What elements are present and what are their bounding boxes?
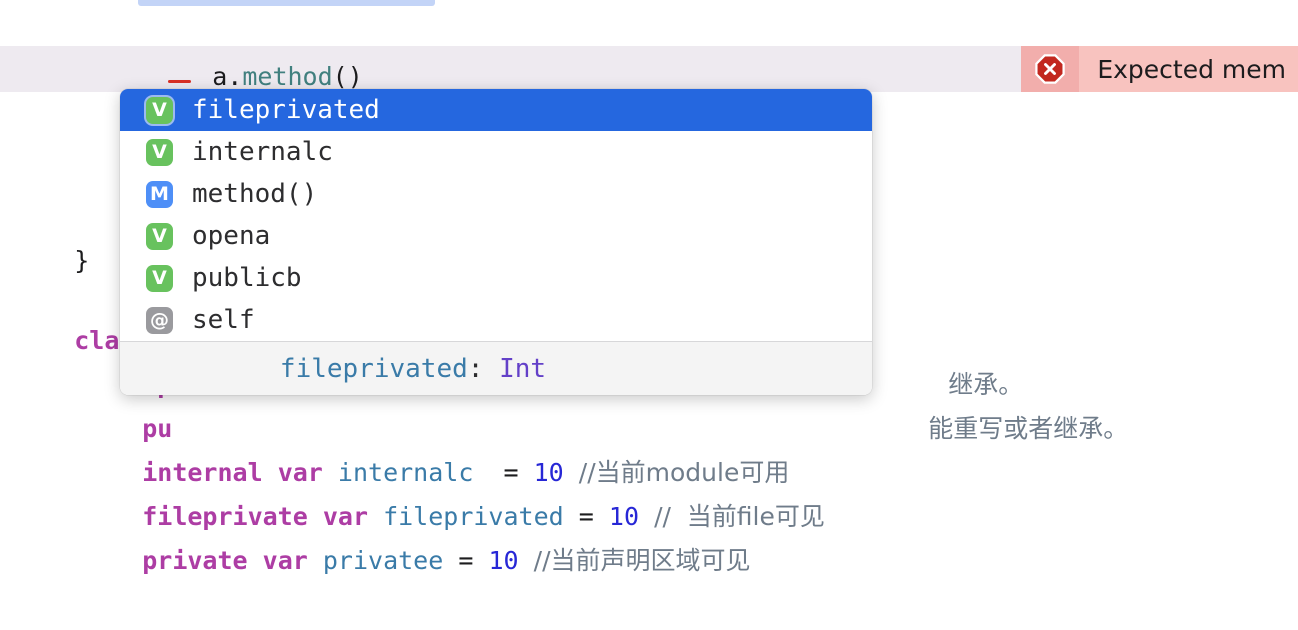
code-name-privatee: privatee xyxy=(322,546,444,575)
completion-kind-badge-var-icon: V xyxy=(146,222,173,250)
completion-item-method[interactable]: Mmethod() xyxy=(120,173,872,215)
completion-item-internalc[interactable]: Vinternalc xyxy=(120,131,872,173)
code-keyword-var-private: var xyxy=(262,546,308,575)
completion-kind-badge-var-icon: V xyxy=(146,96,173,124)
completion-item-label: internalc xyxy=(192,137,333,167)
signature-type: Int xyxy=(499,353,547,384)
completion-kind-badge-var-icon: V xyxy=(146,138,173,166)
code-keyword-private: private xyxy=(142,546,248,575)
signature-name: fileprivated xyxy=(279,353,468,384)
code-op-equals-private: = xyxy=(458,546,474,575)
code-comment-private: //当前声明区域可见 xyxy=(533,546,751,575)
error-icon-cell xyxy=(1021,46,1080,92)
inline-error-banner[interactable]: Expected mem xyxy=(1021,46,1298,92)
autocomplete-popup[interactable]: Vfileprivated Vinternalc Mmethod() Vopena Vp… xyxy=(120,89,872,395)
completion-kind-badge-var-icon: V xyxy=(146,264,173,292)
completion-kind-badge-method-icon: M xyxy=(146,180,173,208)
completion-item-label: opena xyxy=(192,221,271,251)
completion-item-label: fileprivated xyxy=(192,95,380,125)
code-line-internal[interactable]: internal var internalc = 10 //当前module可用 xyxy=(0,404,1298,487)
code-line-fileprivate[interactable]: fileprivate var fileprivated = 10 // 当前f… xyxy=(0,448,1298,531)
completion-item-opena[interactable]: Vopena xyxy=(120,215,872,257)
completion-item-fileprivated[interactable]: Vfileprivated xyxy=(120,89,872,131)
completion-signature-footer: fileprivated: Int xyxy=(120,341,872,395)
code-line-private[interactable]: private var privatee = 10 //当前声明区域可见 xyxy=(0,492,1298,575)
code-value-private: 10 xyxy=(488,546,519,575)
error-message: Expected mem xyxy=(1079,46,1298,92)
signature-colon: : xyxy=(467,353,484,384)
error-underline xyxy=(168,80,191,83)
completion-item-label: publicb xyxy=(192,263,302,293)
completion-item-label: method() xyxy=(192,179,318,209)
code-token-brace-outer: } xyxy=(74,246,90,275)
completion-item-publicb[interactable]: Vpublicb xyxy=(120,257,872,299)
completion-kind-badge-kw-icon: @ xyxy=(146,306,173,334)
error-octagon-x-icon xyxy=(1035,54,1066,84)
completion-list[interactable]: Vfileprivated Vinternalc Mmethod() Vopena Vp… xyxy=(120,89,872,341)
